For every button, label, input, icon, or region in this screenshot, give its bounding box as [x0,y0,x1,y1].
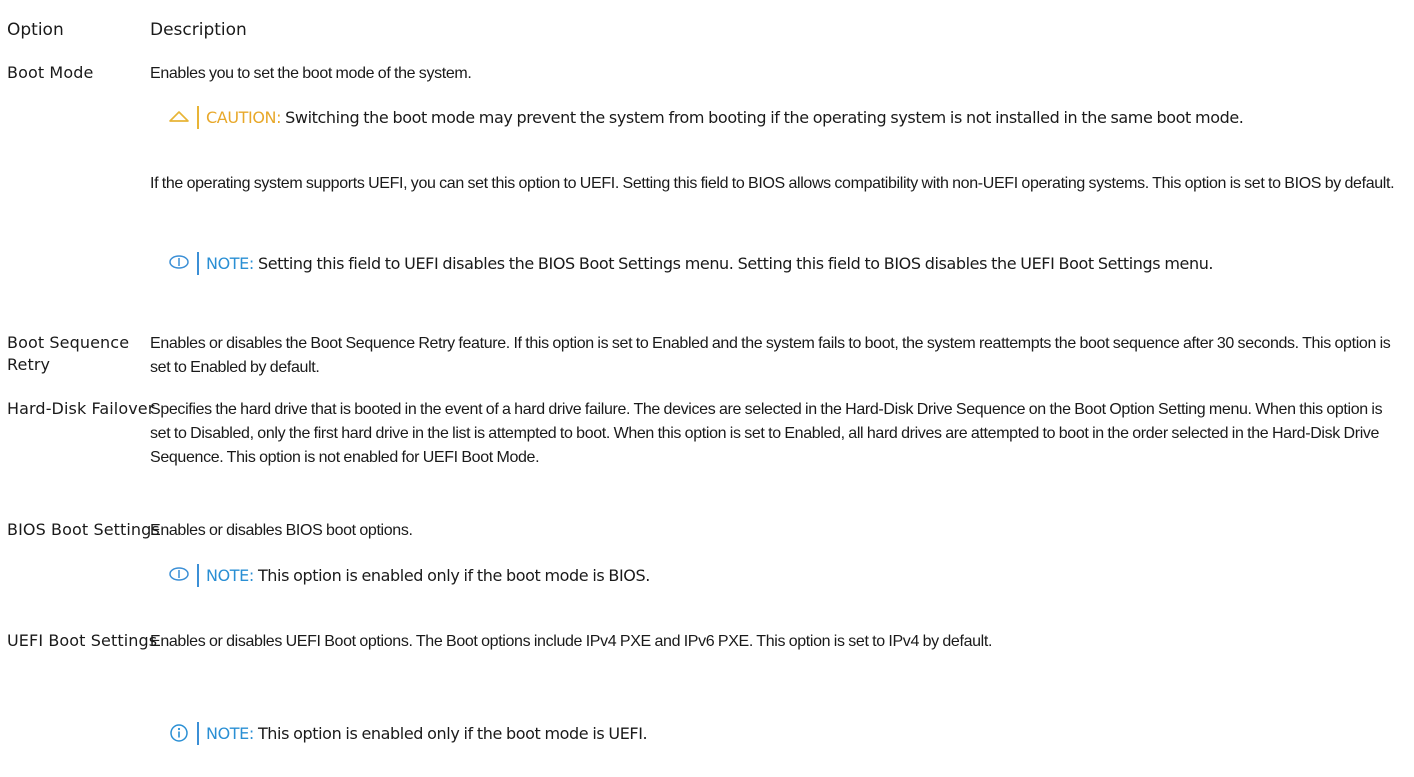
bios-boot-settings-table: Option Description Boot Mode Enables you… [0,0,1414,777]
option-description: Specifies the hard drive that is booted … [150,401,1383,466]
option-description: Enables or disables UEFI Boot options. T… [150,633,993,650]
option-column-header: Option [7,20,64,40]
option-name: UEFI Boot Settings [7,631,158,650]
note-text: Setting this field to UEFI disables the … [257,254,1214,273]
info-circle-icon [170,724,188,742]
caution-callout: CAUTION: Switching the boot mode may pre… [197,106,1346,129]
note-text: This option is enabled only if the boot … [257,566,650,585]
description-column-header: Description [150,20,247,40]
note-callout: NOTE: This option is enabled only if the… [197,564,1346,587]
caution-label: CAUTION: [206,108,286,127]
option-name: BIOS Boot Settings [7,520,160,539]
note-callout: NOTE: This option is enabled only if the… [197,722,1346,745]
option-description: Enables or disables the Boot Sequence Re… [150,335,1391,376]
option-description: Enables you to set the boot mode of the … [150,65,472,82]
table-header: Option Description [7,20,247,40]
option-description: Enables or disables BIOS boot options. [150,522,413,539]
option-name: Boot Sequence Retry [7,333,130,374]
note-icon [169,567,189,581]
note-label: NOTE: [206,724,258,743]
note-text: This option is enabled only if the boot … [257,724,648,743]
note-icon [169,255,189,269]
option-name: Hard-Disk Failover [7,399,155,418]
option-name: Boot Mode [7,63,94,82]
caution-text: Switching the boot mode may prevent the … [285,108,1244,127]
option-description-detail: If the operating system supports UEFI, y… [150,175,1395,192]
note-callout: NOTE: Setting this field to UEFI disable… [197,252,1346,275]
caution-icon [169,111,189,122]
note-label: NOTE: [206,566,258,585]
note-label: NOTE: [206,254,258,273]
